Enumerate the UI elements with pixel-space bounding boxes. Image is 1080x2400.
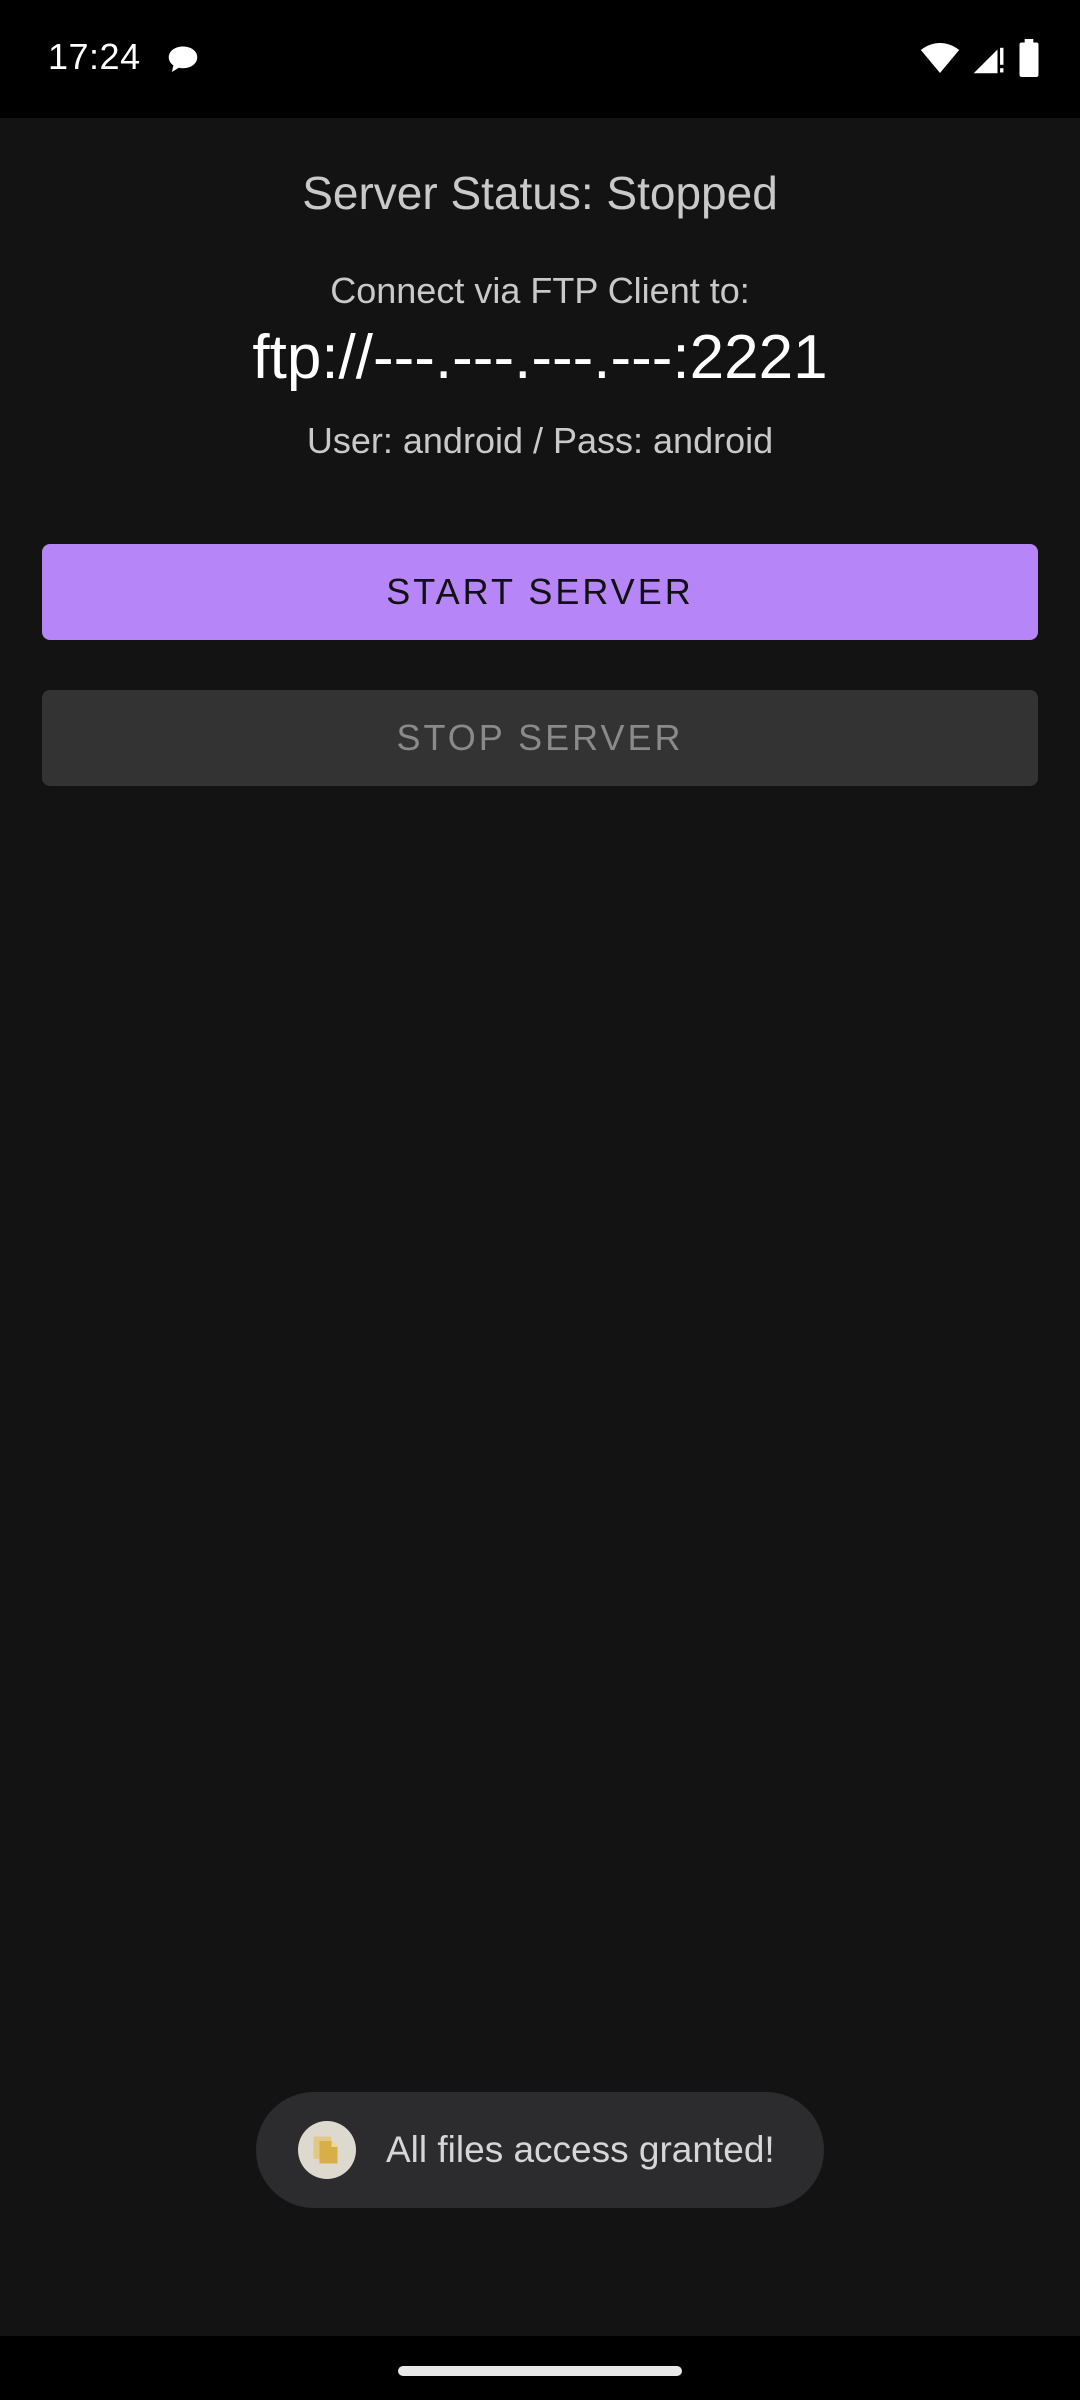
battery-icon (1019, 39, 1039, 77)
navigation-bar (0, 2336, 1080, 2400)
screen: 17:24 Server Status: Stopped Connect via… (0, 0, 1080, 2400)
cellular-signal-icon (973, 47, 1004, 74)
toast-message: All files access granted! (386, 2129, 775, 2170)
server-status-text: Server Status: Stopped (302, 167, 778, 219)
chat-notification-icon (168, 46, 198, 72)
stop-server-button[interactable]: STOP SERVER (42, 690, 1038, 786)
status-time: 17:24 (48, 36, 141, 77)
status-bar: 17:24 (0, 0, 1080, 118)
status-icons (920, 38, 1040, 78)
connect-label: Connect via FTP Client to: (330, 270, 750, 311)
credentials-text: User: android / Pass: android (306, 420, 774, 461)
wifi-icon (920, 43, 960, 73)
files-app-icon (298, 2121, 356, 2179)
toast-notification: All files access granted! (256, 2092, 824, 2208)
start-server-button[interactable]: START SERVER (42, 544, 1038, 640)
ftp-url: ftp://---.---.---.---:2221 (252, 323, 828, 392)
home-gesture-handle[interactable] (398, 2366, 682, 2376)
